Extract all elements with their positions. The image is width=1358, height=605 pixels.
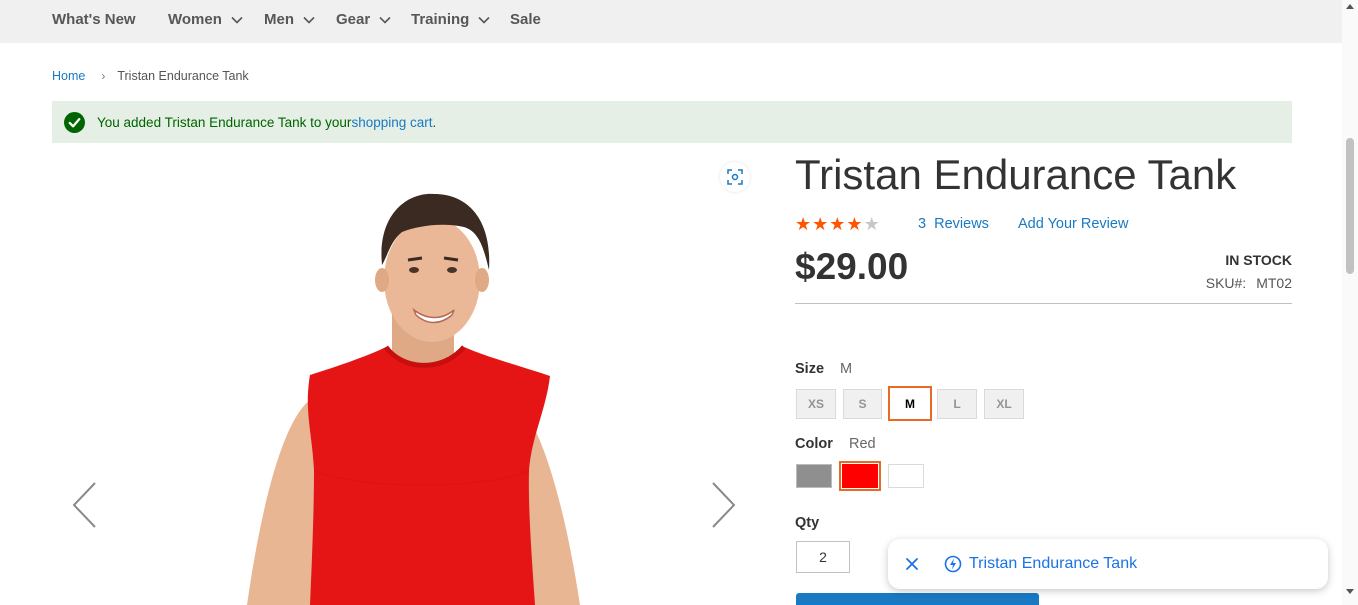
color-label: Color <box>795 436 833 452</box>
qty-label: Qty <box>795 515 820 531</box>
scroll-up-icon[interactable] <box>1346 4 1354 9</box>
nav-item-label: Women <box>168 11 222 28</box>
size-label: Size <box>795 361 825 377</box>
product-image <box>247 193 580 605</box>
nav-item-label: Men <box>264 11 294 28</box>
breadcrumb: Home › Tristan Endurance Tank <box>52 69 249 83</box>
reviews-count: 3 <box>918 216 927 232</box>
scrollbar-track[interactable] <box>1342 0 1358 605</box>
top-nav: What's New Women Men Gear Training Sale <box>0 0 1342 43</box>
add-to-cart-button[interactable] <box>796 593 1039 605</box>
sku-value: MT02 <box>1256 275 1292 291</box>
nav-item-label: What's New <box>52 11 136 28</box>
chevron-down-icon <box>379 16 391 24</box>
stock-status: IN STOCK <box>1225 252 1292 268</box>
size-swatch-xs[interactable]: XS <box>796 389 836 419</box>
nav-item-label: Sale <box>510 11 541 28</box>
gallery-next-arrow[interactable] <box>708 480 738 530</box>
size-swatch-xl[interactable]: XL <box>984 389 1024 419</box>
shopping-cart-link[interactable]: shopping cart <box>351 115 432 130</box>
color-swatch-gray[interactable] <box>796 464 832 488</box>
chevron-down-icon <box>478 16 490 24</box>
color-swatch-white[interactable] <box>888 464 924 488</box>
close-icon[interactable] <box>904 556 920 572</box>
rating-stars: ★ ★ ★ ★ ★ <box>795 215 881 233</box>
breadcrumb-current: Tristan Endurance Tank <box>117 69 249 83</box>
scroll-down-icon[interactable] <box>1346 589 1354 594</box>
reviews-link[interactable]: 3 Reviews <box>918 216 989 232</box>
success-message: You added Tristan Endurance Tank to your… <box>52 101 1292 143</box>
color-swatch-red[interactable] <box>839 461 881 491</box>
product-gallery <box>52 150 762 605</box>
color-selected-value: Red <box>849 436 876 452</box>
nav-item-men[interactable]: Men <box>264 11 316 28</box>
star-filled-icon: ★ <box>795 214 812 234</box>
message-suffix: . <box>432 114 437 130</box>
nav-item-sale[interactable]: Sale <box>510 11 541 28</box>
nav-item-women[interactable]: Women <box>168 11 244 28</box>
star-empty-icon: ★ <box>863 214 880 234</box>
size-swatch-s[interactable]: S <box>843 389 882 419</box>
star-filled-icon: ★ <box>829 214 846 234</box>
divider <box>795 303 1292 304</box>
breadcrumb-separator: › <box>101 69 106 83</box>
size-selected-value: M <box>840 361 853 377</box>
gallery-prev-arrow[interactable] <box>70 480 100 530</box>
reviews-label: Reviews <box>934 216 989 232</box>
product-sku: SKU#: MT02 <box>1206 275 1292 291</box>
star-filled-icon: ★ <box>812 214 829 234</box>
nav-item-label: Gear <box>336 11 371 28</box>
fullscreen-button[interactable] <box>720 162 750 192</box>
toast-product-link[interactable]: Tristan Endurance Tank <box>969 555 1137 573</box>
fullscreen-icon <box>727 169 743 185</box>
floating-toast: Tristan Endurance Tank <box>888 539 1328 589</box>
size-swatch-m[interactable]: M <box>888 386 932 421</box>
nav-item-training[interactable]: Training <box>411 11 491 28</box>
product-price: $29.00 <box>795 246 909 287</box>
size-swatch-l[interactable]: L <box>937 389 977 419</box>
add-review-link[interactable]: Add Your Review <box>1018 216 1128 232</box>
nav-item-whats-new[interactable]: What's New <box>52 11 136 28</box>
chevron-down-icon <box>303 16 315 24</box>
check-circle-icon <box>64 111 85 133</box>
breadcrumb-home-link[interactable]: Home <box>52 69 85 83</box>
nav-item-gear[interactable]: Gear <box>336 11 392 28</box>
qty-input[interactable] <box>796 541 850 573</box>
sku-label: SKU#: <box>1205 275 1247 291</box>
product-title: Tristan Endurance Tank <box>795 151 1237 198</box>
message-text: You added Tristan Endurance Tank to your <box>97 114 352 130</box>
bolt-icon <box>944 555 962 573</box>
nav-item-label: Training <box>411 11 470 28</box>
scrollbar-thumb[interactable] <box>1346 138 1354 274</box>
chevron-down-icon <box>231 16 243 24</box>
star-filled-icon: ★ <box>846 214 863 234</box>
